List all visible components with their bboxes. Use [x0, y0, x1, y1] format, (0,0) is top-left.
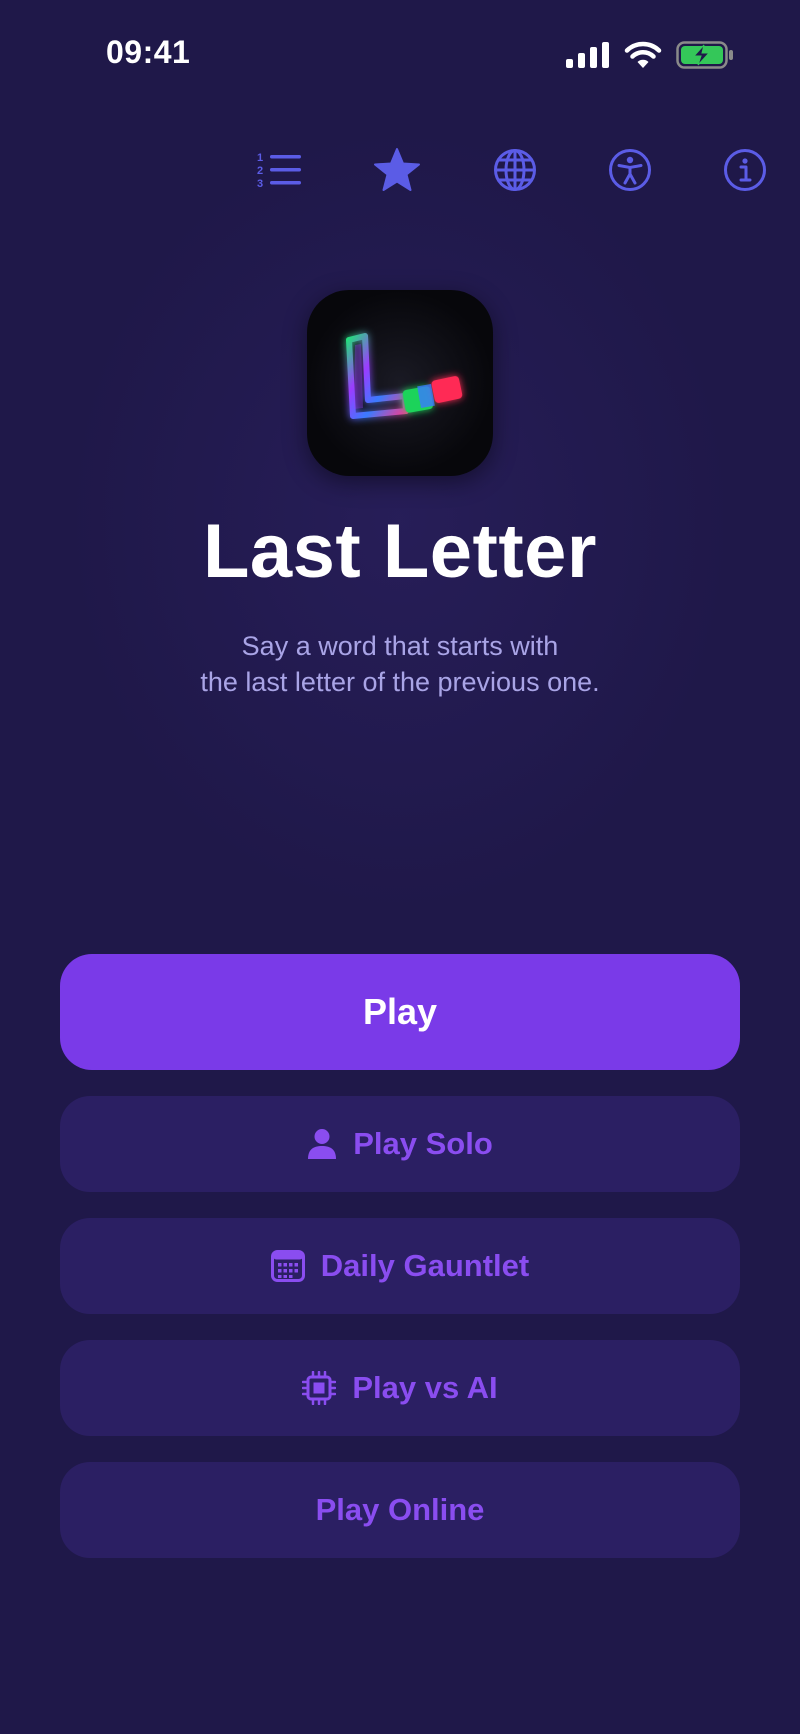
app-title: Last Letter: [202, 509, 598, 594]
globe-icon: [494, 149, 536, 191]
battery-charging-icon: [676, 41, 733, 69]
svg-text:3: 3: [257, 178, 263, 190]
accessibility-button[interactable]: [600, 140, 660, 200]
tagline-line-1: Say a word that starts with: [241, 631, 559, 661]
play-online-button[interactable]: Play Online: [60, 1462, 740, 1558]
tagline-line-2: the last letter of the previous one.: [200, 667, 600, 697]
accessibility-icon: [609, 149, 651, 191]
info-button[interactable]: [715, 140, 775, 200]
info-icon: [724, 149, 766, 191]
neon-letter-l-icon: [346, 333, 463, 419]
play-solo-label: Play Solo: [353, 1126, 493, 1161]
daily-gauntlet-button[interactable]: Daily Gauntlet: [60, 1218, 740, 1314]
leaderboard-button[interactable]: 1 2 3: [249, 140, 309, 200]
play-button[interactable]: Play: [60, 954, 740, 1070]
wifi-icon: [624, 41, 662, 68]
top-toolbar: 1 2 3: [0, 140, 800, 200]
numbered-list-icon: 1 2 3: [257, 152, 301, 190]
language-button[interactable]: [485, 140, 545, 200]
play-button-label: Play: [362, 991, 438, 1032]
app-logo: [307, 290, 493, 476]
daily-gauntlet-label: Daily Gauntlet: [320, 1248, 530, 1283]
cellular-signal-icon: [566, 42, 609, 68]
play-vs-ai-button[interactable]: Play vs AI: [60, 1340, 740, 1436]
status-icons: [566, 38, 734, 72]
svg-text:1: 1: [257, 152, 263, 164]
tagline: Say a word that starts with the last let…: [100, 628, 700, 700]
play-online-label: Play Online: [315, 1492, 485, 1527]
status-time: 09:41: [106, 34, 191, 70]
person-icon: [308, 1129, 337, 1159]
play-solo-button[interactable]: Play Solo: [60, 1096, 740, 1192]
star-icon: [374, 148, 420, 191]
favorites-button[interactable]: [367, 140, 427, 200]
calendar-icon: [270, 1250, 305, 1282]
home-screen: 09:41 1 2 3 Last Letter Say a word that …: [0, 0, 800, 1734]
play-vs-ai-label: Play vs AI: [352, 1370, 498, 1405]
svg-text:2: 2: [257, 165, 263, 177]
cpu-chip-icon: [302, 1371, 337, 1405]
status-bar: 09:41: [0, 0, 800, 110]
